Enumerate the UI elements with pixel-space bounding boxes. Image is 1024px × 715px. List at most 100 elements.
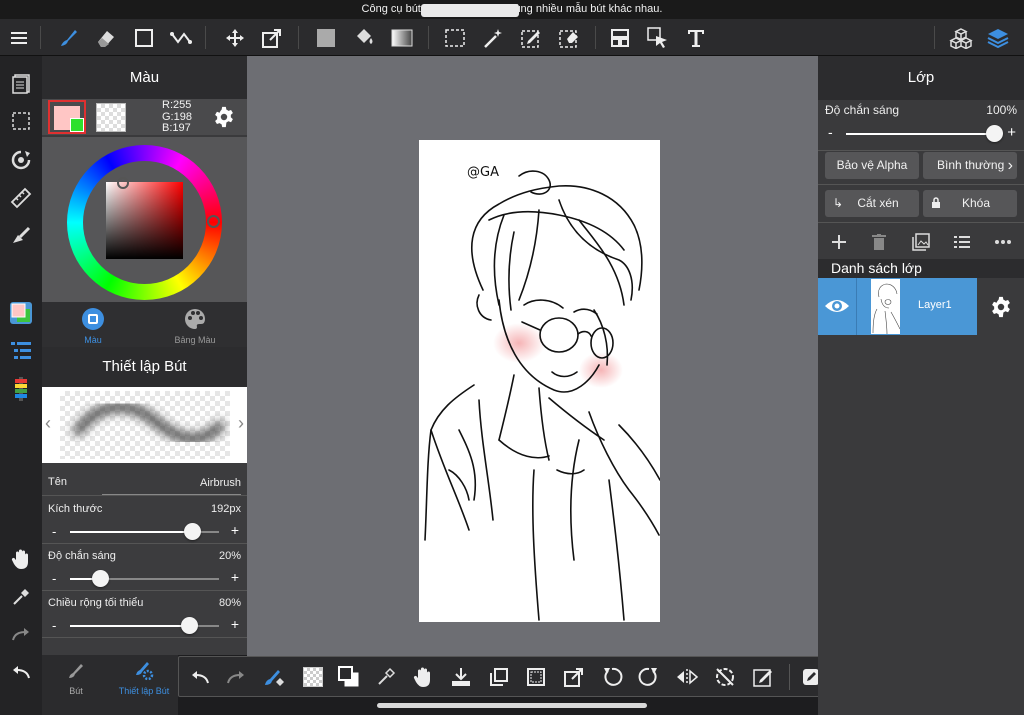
color-tab-icon: [82, 308, 104, 330]
edit-select-icon[interactable]: [746, 660, 780, 694]
rotate-left-icon[interactable]: [595, 660, 629, 694]
select-tool-icon[interactable]: [439, 19, 471, 56]
param-size-minus[interactable]: -: [52, 524, 56, 539]
tab-brush[interactable]: Bút: [42, 655, 110, 703]
brush-name-row[interactable]: Tên Airbrush: [42, 463, 247, 496]
eraser-tool-icon[interactable]: [90, 19, 122, 56]
layer-row[interactable]: Layer1: [818, 278, 977, 335]
transparent-color-swatch[interactable]: [96, 103, 126, 132]
bucket-tool-icon[interactable]: [348, 19, 380, 56]
fill-color-icon[interactable]: [310, 19, 342, 56]
rotate-canvas-icon[interactable]: [4, 145, 38, 175]
select-eraser-icon[interactable]: [553, 19, 585, 56]
lock-button[interactable]: Khóa: [923, 190, 1017, 217]
color-swatch-icon[interactable]: [4, 298, 38, 328]
select-all-icon[interactable]: [519, 660, 553, 694]
save-download-icon[interactable]: [444, 660, 478, 694]
move-tool-icon[interactable]: [219, 19, 251, 56]
tab-brush-settings[interactable]: Thiết lập Bút: [110, 655, 178, 703]
transform-tool-icon[interactable]: [256, 19, 288, 56]
copy-icon[interactable]: [482, 660, 516, 694]
param-size-slider[interactable]: [70, 523, 219, 540]
layer-more-icon[interactable]: [988, 230, 1018, 254]
preview-next-chevron-icon[interactable]: ›: [238, 413, 244, 434]
tab-color-set[interactable]: Bảng Màu: [144, 302, 246, 347]
rotate-right-icon[interactable]: [632, 660, 666, 694]
layer-opacity-slider[interactable]: [846, 125, 1003, 142]
alpha-protect-button[interactable]: Bảo vệ Alpha: [825, 152, 919, 179]
preview-prev-chevron-icon[interactable]: ‹: [45, 413, 51, 434]
brush-eraser-toggle-icon[interactable]: [257, 660, 291, 694]
select-pen-icon[interactable]: [515, 19, 547, 56]
delete-layer-icon[interactable]: [864, 230, 894, 254]
flip-horizontal-icon[interactable]: [670, 660, 704, 694]
hue-cursor[interactable]: [207, 215, 220, 228]
undo-icon[interactable]: [4, 657, 38, 687]
param-minwidth-label: Chiều rộng tối thiểu: [48, 597, 144, 609]
color-picker[interactable]: [42, 137, 247, 302]
param-size-plus[interactable]: +: [231, 522, 239, 538]
eyedropper-icon[interactable]: [4, 582, 38, 612]
param-opacity-slider[interactable]: [70, 570, 219, 587]
param-size-row: Kích thước 192px - +: [42, 497, 247, 544]
ruler-icon[interactable]: [4, 183, 38, 213]
snap-pen-icon[interactable]: [4, 220, 38, 250]
param-opacity-knob[interactable]: [91, 570, 109, 587]
layer-settings-gear-icon[interactable]: [986, 292, 1016, 322]
param-opacity-row: Độ chắn sáng 20% - +: [42, 544, 247, 591]
frame-divider-icon[interactable]: [604, 19, 636, 56]
drawing-canvas[interactable]: @GA: [419, 140, 660, 622]
tab-color-label: Màu: [84, 335, 102, 345]
param-size-knob[interactable]: [184, 523, 202, 540]
pages-icon[interactable]: [4, 69, 38, 99]
eyedropper-bottom-icon[interactable]: [369, 660, 403, 694]
layer-opacity-value: 100%: [986, 103, 1017, 117]
param-minwidth-minus[interactable]: -: [52, 618, 56, 633]
layers-icon[interactable]: [982, 19, 1014, 56]
home-indicator[interactable]: [377, 703, 647, 708]
param-opacity-minus[interactable]: -: [52, 571, 56, 586]
redo-icon[interactable]: [4, 619, 38, 649]
saturation-value-square[interactable]: [106, 182, 183, 259]
shape-tool-icon[interactable]: [128, 19, 160, 56]
brush-tool-icon[interactable]: [52, 19, 84, 56]
object-select-icon[interactable]: [642, 19, 674, 56]
param-opacity-plus[interactable]: +: [231, 569, 239, 585]
layer-opacity-plus[interactable]: +: [1007, 124, 1016, 141]
param-minwidth-knob[interactable]: [181, 617, 199, 634]
swap-colors-icon[interactable]: [332, 660, 366, 694]
transparent-color-icon[interactable]: [296, 660, 330, 694]
add-layer-icon[interactable]: [824, 230, 854, 254]
layer-image-icon[interactable]: [906, 230, 936, 254]
sv-cursor[interactable]: [117, 177, 129, 189]
main-color-swatch[interactable]: [48, 100, 86, 134]
color-settings-gear-icon[interactable]: [210, 103, 238, 131]
transform-bottom-icon[interactable]: [557, 660, 591, 694]
layer-opacity-knob[interactable]: [986, 125, 1003, 142]
text-tool-icon[interactable]: [680, 19, 712, 56]
brush-list-icon[interactable]: [4, 336, 38, 366]
menu-icon[interactable]: [3, 19, 35, 56]
param-minwidth-plus[interactable]: +: [231, 616, 239, 632]
materials-icon[interactable]: [945, 19, 977, 56]
undo-bottom-icon[interactable]: [183, 660, 217, 694]
layer-visibility-eye-icon[interactable]: [822, 292, 852, 320]
selection-show-icon[interactable]: [4, 106, 38, 136]
tab-color[interactable]: Màu: [42, 302, 144, 347]
brush-name-value: Airbrush: [200, 477, 241, 489]
clipping-button[interactable]: ↳ Cắt xén: [825, 190, 919, 217]
redo-bottom-icon[interactable]: [219, 660, 253, 694]
palette-icon: [184, 308, 206, 330]
blend-mode-button[interactable]: Bình thường ›: [923, 152, 1017, 179]
param-minwidth-slider[interactable]: [70, 617, 219, 634]
layer-list-icon[interactable]: [947, 230, 977, 254]
layer-opacity-minus[interactable]: -: [828, 124, 833, 140]
color-palette-bar-icon[interactable]: [4, 374, 38, 404]
hand-tool-icon[interactable]: [4, 544, 38, 574]
canvas-area[interactable]: @GA: [247, 56, 818, 659]
rotation-reset-icon[interactable]: [708, 660, 742, 694]
magic-wand-icon[interactable]: [477, 19, 509, 56]
gradient-tool-icon[interactable]: [386, 19, 418, 56]
correction-tool-icon[interactable]: [166, 19, 198, 56]
hand-bottom-icon[interactable]: [406, 660, 440, 694]
